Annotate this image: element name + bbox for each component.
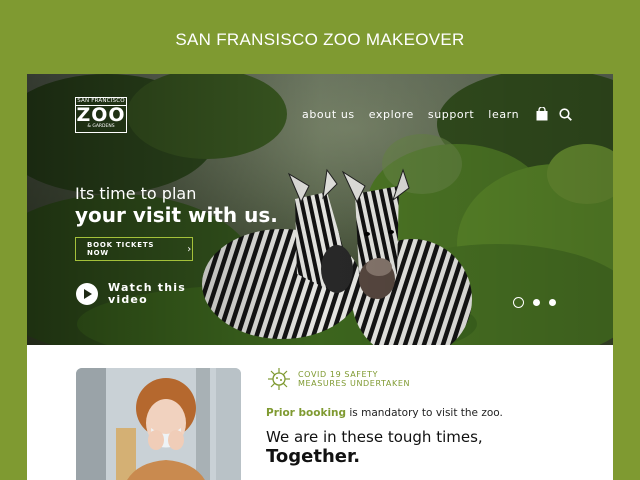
search-icon[interactable] [559,107,573,121]
covid-badge: COVID 19 SAFETY MEASURES UNDERTAKEN [267,367,410,391]
logo-main-text: ZOO [76,104,126,126]
book-tickets-label: BOOK TICKETS NOW [87,241,155,257]
chevron-right-icon: › [187,243,192,255]
nav-item-support[interactable]: support [428,108,474,121]
masked-woman-photo [76,368,241,480]
together-text: Together. [266,446,361,467]
main-nav: about us explore support learn [302,107,573,121]
play-icon[interactable] [76,283,98,305]
prior-booking-highlight: Prior booking [266,407,347,419]
nav-item-about-us[interactable]: about us [302,108,355,121]
website-mockup: SAN FRANCISCO ZOO & GARDENS about us exp… [27,74,613,480]
watch-video-link[interactable]: Watch this video [76,282,188,306]
woman-with-mask-image [76,368,241,480]
carousel-indicators [513,297,565,308]
carousel-dot-1[interactable] [513,297,524,308]
hero-headline-line1: Its time to plan [75,184,197,203]
nav-item-learn[interactable]: learn [488,108,519,121]
watch-video-label: Watch this video [108,281,187,306]
prior-booking-notice: Prior booking is mandatory to visit the … [266,407,503,419]
hero-banner: SAN FRANCISCO ZOO & GARDENS about us exp… [27,74,613,345]
covid-section: COVID 19 SAFETY MEASURES UNDERTAKEN Prio… [27,345,613,480]
zoo-logo[interactable]: SAN FRANCISCO ZOO & GARDENS [75,97,127,133]
page-title: SAN FRANSISCO ZOO MAKEOVER [175,30,465,49]
tough-times-text: We are in these tough times, [266,428,483,446]
book-tickets-button[interactable]: BOOK TICKETS NOW › [75,237,193,261]
covid-title-line1: COVID 19 SAFETY [298,370,379,379]
virus-icon [268,368,290,390]
nav-item-explore[interactable]: explore [369,108,414,121]
carousel-dot-2[interactable] [533,299,540,306]
shopping-bag-icon[interactable] [536,107,548,121]
covid-title-line2: MEASURES UNDERTAKEN [298,379,411,388]
carousel-dot-3[interactable] [549,299,556,306]
prior-booking-text: is mandatory to visit the zoo. [346,407,503,419]
hero-headline-line2: your visit with us. [75,203,278,227]
